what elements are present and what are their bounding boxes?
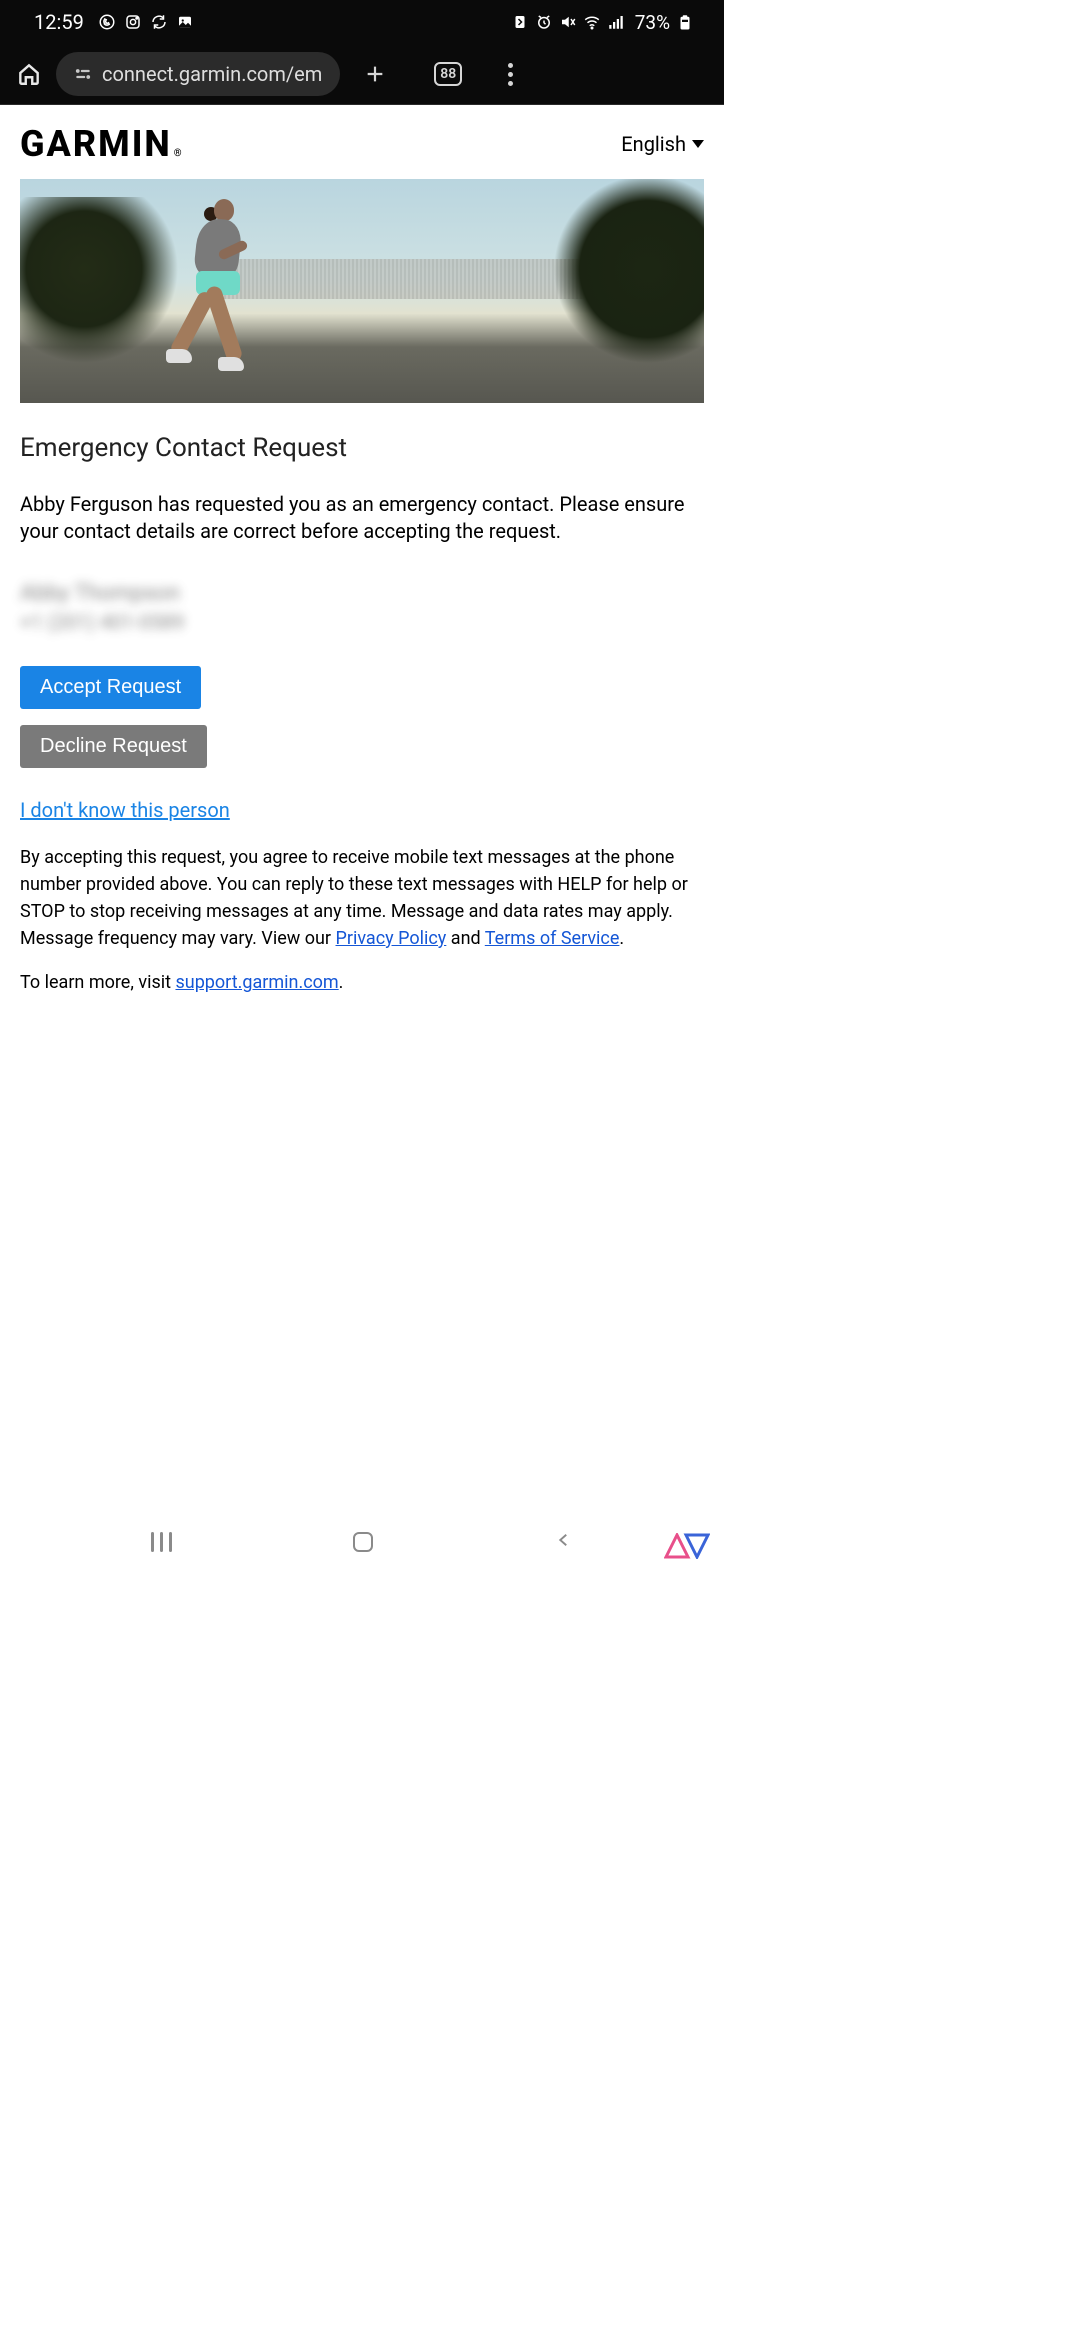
decline-request-button[interactable]: Decline Request <box>20 725 207 768</box>
browser-menu-icon[interactable] <box>508 63 513 86</box>
instagram-icon <box>124 13 142 31</box>
contact-phone: +1 (201) 401-0589 <box>20 610 704 634</box>
garmin-logo[interactable]: GARMIN® <box>20 123 184 165</box>
language-label: English <box>621 132 686 156</box>
battery-percent: 73% <box>635 11 670 34</box>
sync-icon <box>150 13 168 31</box>
contact-details-blurred: Abby Thompson +1 (201) 401-0589 <box>20 581 704 634</box>
alarm-icon <box>535 13 553 31</box>
tab-count[interactable]: 88 <box>434 62 462 86</box>
address-bar[interactable]: connect.garmin.com/em <box>56 52 340 96</box>
support-link[interactable]: support.garmin.com <box>175 972 338 993</box>
unknown-person-link[interactable]: I don't know this person <box>20 798 230 822</box>
page-content: GARMIN® English Emergency Contact Reques… <box>0 105 724 993</box>
card-icon <box>511 13 529 31</box>
accept-request-button[interactable]: Accept Request <box>20 666 201 709</box>
status-time: 12:59 <box>34 10 84 34</box>
home-button[interactable] <box>353 1532 373 1552</box>
gallery-icon <box>176 13 194 31</box>
battery-icon <box>676 13 694 31</box>
browser-bar: connect.garmin.com/em 88 <box>0 44 724 104</box>
watermark-icon <box>664 1533 710 1559</box>
page-title: Emergency Contact Request <box>20 433 704 463</box>
mute-icon <box>559 13 577 31</box>
hero-image <box>20 179 704 403</box>
whatsapp-icon <box>98 13 116 31</box>
recent-apps-button[interactable] <box>151 1532 172 1552</box>
contact-name: Abby Thompson <box>20 581 704 606</box>
request-body: Abby Ferguson has requested you as an em… <box>20 491 704 545</box>
new-tab-icon[interactable] <box>364 63 386 85</box>
back-button[interactable] <box>555 1531 573 1553</box>
learn-more: To learn more, visit support.garmin.com. <box>20 972 704 993</box>
privacy-policy-link[interactable]: Privacy Policy <box>336 928 447 949</box>
chevron-down-icon <box>692 140 704 148</box>
url-text: connect.garmin.com/em <box>102 62 322 86</box>
home-icon[interactable] <box>16 61 42 87</box>
android-nav-bar <box>0 1517 724 1567</box>
site-settings-icon <box>74 67 92 81</box>
status-bar: 12:59 73% <box>0 0 724 44</box>
language-selector[interactable]: English <box>621 132 704 156</box>
signal-icon <box>607 13 625 31</box>
wifi-icon <box>583 13 601 31</box>
terms-of-service-link[interactable]: Terms of Service <box>485 928 620 949</box>
fine-print: By accepting this request, you agree to … <box>20 844 704 952</box>
